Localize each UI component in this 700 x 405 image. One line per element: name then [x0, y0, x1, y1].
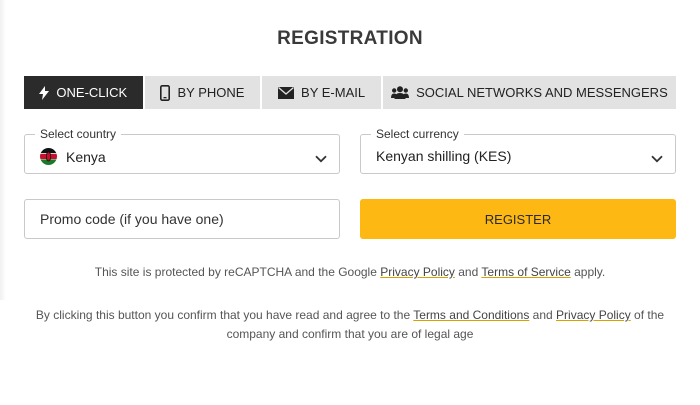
currency-select[interactable]: Select currency Kenyan shilling (KES) [360, 127, 676, 174]
chevron-down-icon [651, 150, 663, 168]
tab-label: SOCIAL NETWORKS AND MESSENGERS [416, 85, 668, 100]
register-button[interactable]: REGISTER [360, 199, 676, 239]
recaptcha-suffix: apply. [570, 265, 606, 279]
currency-select-value: Kenyan shilling (KES) [376, 148, 511, 164]
recaptcha-prefix: This site is protected by reCAPTCHA and … [94, 265, 381, 279]
country-select-label: Select country [35, 127, 122, 141]
promo-code-input[interactable] [24, 199, 340, 239]
currency-select-label: Select currency [371, 127, 464, 141]
tab-one-click[interactable]: ONE-CLICK [24, 76, 143, 109]
users-icon [391, 86, 410, 99]
page-title: REGISTRATION [277, 28, 423, 49]
tab-label: ONE-CLICK [56, 85, 128, 100]
terms-prefix: By clicking this button you confirm that… [35, 308, 414, 322]
envelope-icon [278, 86, 295, 99]
country-select-value: Kenya [40, 148, 106, 165]
terms-and-conditions-link[interactable]: Terms and Conditions [413, 308, 529, 322]
terms-and: and [529, 308, 557, 322]
country-name: Kenya [66, 148, 106, 165]
privacy-policy-link[interactable]: Privacy Policy [380, 265, 455, 279]
recaptcha-and: and [454, 265, 482, 279]
lightning-icon [39, 85, 50, 100]
country-select[interactable]: Select country Kenya [24, 127, 340, 174]
phone-icon [160, 84, 171, 101]
tab-label: BY PHONE [177, 85, 245, 100]
terms-of-service-link[interactable]: Terms of Service [481, 265, 570, 279]
registration-tabs: ONE-CLICK BY PHONE BY E-MAIL SOCIAL NETW… [24, 76, 676, 109]
kenya-flag-icon [40, 148, 57, 165]
tab-by-email[interactable]: BY E-MAIL [262, 76, 381, 109]
terms-notice: By clicking this button you confirm that… [20, 306, 680, 344]
recaptcha-notice: This site is protected by reCAPTCHA and … [0, 263, 700, 282]
company-privacy-policy-link[interactable]: Privacy Policy [556, 308, 631, 322]
tab-social-networks[interactable]: SOCIAL NETWORKS AND MESSENGERS [382, 76, 676, 109]
currency-name: Kenyan shilling (KES) [376, 148, 512, 164]
tab-label: BY E-MAIL [301, 85, 366, 100]
tab-by-phone[interactable]: BY PHONE [144, 76, 261, 109]
chevron-down-icon [315, 150, 327, 168]
